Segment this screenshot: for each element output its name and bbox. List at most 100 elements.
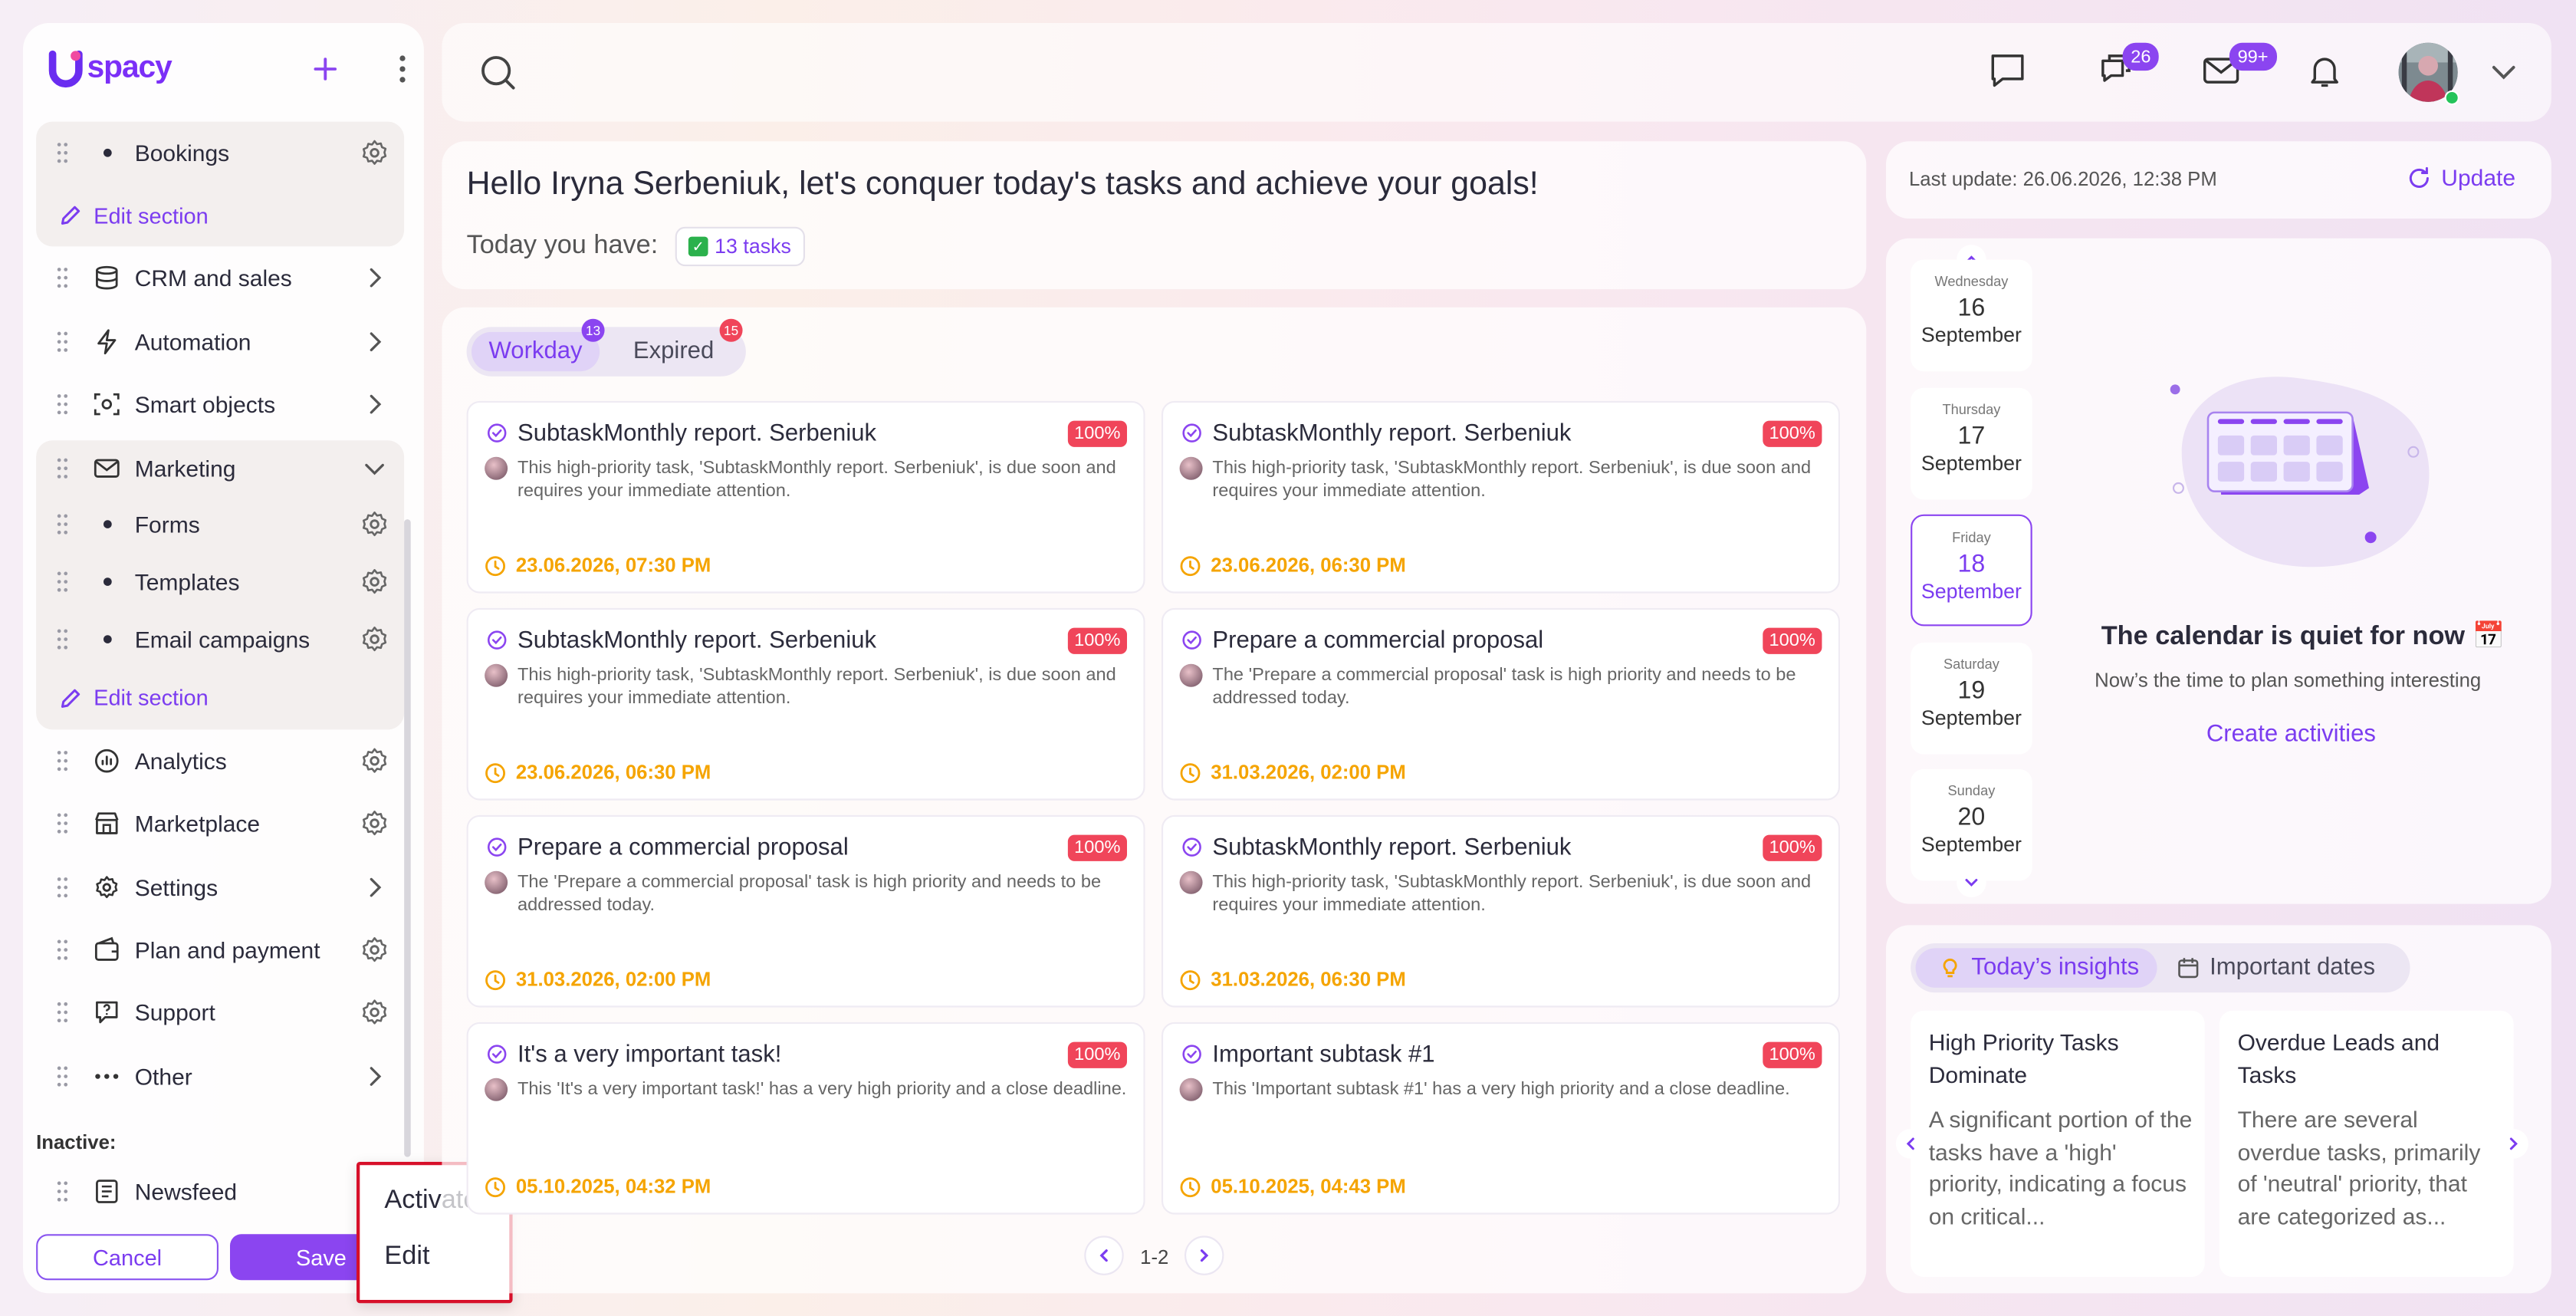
clock-icon (485, 1176, 506, 1197)
lightning-icon (97, 328, 117, 354)
gear-icon[interactable] (360, 624, 389, 654)
tab-workday[interactable]: Workday (472, 331, 600, 372)
more-vertical-icon[interactable] (388, 53, 418, 86)
sidebar-item-email-campaigns[interactable]: Email campaigns (36, 610, 404, 667)
bell-icon[interactable] (2305, 51, 2344, 90)
task-card[interactable]: SubtaskMonthly report. Serbeniuk 100% This… (1162, 814, 1840, 1008)
insight-card[interactable]: Overdue Leads and Tasks There are severa… (2220, 1010, 2514, 1277)
next-page-button[interactable] (1184, 1235, 1224, 1275)
task-card[interactable]: It's a very important task! 100% This 'It'… (466, 1022, 1145, 1215)
sidebar-item-newsfeed[interactable]: Newsfeed (36, 1160, 404, 1223)
sidebar-item-label: Marketplace (134, 811, 261, 837)
gear-icon[interactable] (360, 935, 389, 965)
day-month: September (1921, 580, 2022, 604)
chevron-right-icon[interactable] (360, 390, 389, 419)
message-icon[interactable] (1988, 51, 2027, 90)
assignee-avatar (485, 663, 508, 687)
sidebar-scrollbar[interactable] (404, 519, 411, 1157)
drag-handle-icon[interactable] (56, 393, 69, 416)
task-card[interactable]: SubtaskMonthly report. Serbeniuk 100% This… (1162, 400, 1840, 594)
gear-icon[interactable] (360, 746, 389, 776)
chevron-right-icon[interactable] (360, 1061, 389, 1091)
sidebar-item-marketing[interactable]: Marketing (36, 441, 404, 497)
create-activities-link[interactable]: Create activities (2206, 722, 2376, 748)
sidebar-item-forms[interactable]: Forms (36, 497, 404, 554)
insights-next-button[interactable] (2499, 1129, 2528, 1159)
chevron-right-icon[interactable] (360, 264, 389, 294)
calendar-day[interactable]: Saturday 19 September (1911, 642, 2032, 755)
scroll-down-button[interactable] (1957, 867, 1986, 897)
more-horizontal-icon (95, 1073, 119, 1078)
gear-icon[interactable] (360, 809, 389, 839)
drag-handle-icon[interactable] (56, 876, 69, 899)
drag-handle-icon[interactable] (56, 267, 69, 290)
chevron-down-icon[interactable] (2484, 53, 2523, 92)
insights-prev-button[interactable] (1895, 1129, 1926, 1159)
sidebar-item-label: Analytics (134, 748, 227, 775)
gear-icon[interactable] (360, 998, 389, 1028)
sidebar-item-crm[interactable]: CRM and sales (36, 247, 404, 310)
task-card[interactable]: Prepare a commercial proposal 100% The 'Pr… (466, 814, 1145, 1008)
calendar-day-selected[interactable]: Friday 18 September (1911, 514, 2032, 627)
task-progress-badge: 100% (1067, 420, 1127, 447)
edit-section-link[interactable]: Edit section (36, 185, 404, 247)
drag-handle-icon[interactable] (56, 1180, 69, 1203)
drag-handle-icon[interactable] (56, 812, 69, 835)
sidebar-item-support[interactable]: Support (36, 982, 404, 1045)
sidebar-item-other[interactable]: Other (36, 1045, 404, 1107)
drag-handle-icon[interactable] (56, 142, 69, 165)
drag-handle-icon[interactable] (56, 330, 69, 353)
drag-handle-icon[interactable] (56, 627, 69, 650)
chevron-right-icon[interactable] (360, 872, 389, 902)
sidebar-item-smart-objects[interactable]: Smart objects (36, 373, 404, 436)
edit-section-link[interactable]: Edit section (36, 667, 404, 729)
gear-icon[interactable] (360, 510, 389, 540)
logo[interactable]: spacy (48, 49, 172, 88)
insight-card[interactable]: High Priority Tasks Dominate A significa… (1911, 1010, 2205, 1277)
drag-handle-icon[interactable] (56, 571, 69, 594)
task-description: This high-priority task, 'SubtaskMonthly… (518, 665, 1116, 709)
insight-text: There are several overdue tasks, primari… (2237, 1106, 2481, 1229)
chevron-down-icon[interactable] (360, 454, 389, 484)
task-due: 23.06.2026, 07:30 PM (485, 554, 711, 577)
drag-handle-icon[interactable] (56, 457, 69, 480)
cancel-button[interactable]: Cancel (36, 1234, 219, 1281)
tasks-count-chip[interactable]: ✓ 13 tasks (675, 226, 805, 267)
gear-icon[interactable] (360, 138, 389, 168)
chevron-down-icon (1965, 878, 1978, 887)
gear-icon[interactable] (360, 567, 389, 597)
sidebar-item-templates[interactable]: Templates (36, 554, 404, 610)
calendar-day[interactable]: Thursday 17 September (1911, 387, 2032, 500)
tab-todays-insights[interactable]: Today’s insights (1915, 948, 2157, 988)
task-card[interactable]: Prepare a commercial proposal 100% The 'Pr… (1162, 607, 1840, 801)
add-icon[interactable] (309, 53, 342, 86)
update-button[interactable]: Update (2407, 164, 2516, 191)
sidebar-item-plan-and-payment[interactable]: Plan and payment (36, 919, 404, 982)
drag-handle-icon[interactable] (56, 749, 69, 772)
calendar-day[interactable]: Wednesday 16 September (1911, 259, 2032, 372)
day-weekday: Sunday (1947, 781, 1996, 799)
sidebar-item-marketplace[interactable]: Marketplace (36, 792, 404, 855)
task-card[interactable]: SubtaskMonthly report. Serbeniuk 100% This… (466, 607, 1145, 801)
calendar-day[interactable]: Sunday 20 September (1911, 768, 2032, 881)
search-icon[interactable] (478, 53, 518, 92)
calendar-panel: Wednesday 16 September Thursday 17 September… (1886, 238, 2551, 904)
insight-title: Overdue Leads and Tasks (2237, 1028, 2440, 1087)
chevron-right-icon[interactable] (360, 327, 389, 357)
tab-expired[interactable]: Expired (608, 332, 739, 371)
drag-handle-icon[interactable] (56, 1002, 69, 1025)
sidebar-item-automation[interactable]: Automation (36, 310, 404, 373)
update-label: Update (2441, 164, 2516, 191)
task-card[interactable]: Important subtask #1 100% This 'Important … (1162, 1022, 1840, 1215)
task-card[interactable]: SubtaskMonthly report. Serbeniuk 100% This… (466, 400, 1145, 594)
menu-item-edit[interactable]: Edit (384, 1242, 429, 1272)
prev-page-button[interactable] (1084, 1235, 1124, 1275)
drag-handle-icon[interactable] (56, 939, 69, 962)
tab-important-dates[interactable]: Important dates (2177, 948, 2407, 987)
drag-handle-icon[interactable] (56, 1064, 69, 1087)
drag-handle-icon[interactable] (56, 514, 69, 537)
sidebar-item-bookings[interactable]: Bookings (36, 122, 404, 185)
logo-text: spacy (87, 51, 172, 86)
sidebar-item-settings[interactable]: Settings (36, 855, 404, 918)
sidebar-item-analytics[interactable]: Analytics (36, 729, 404, 792)
